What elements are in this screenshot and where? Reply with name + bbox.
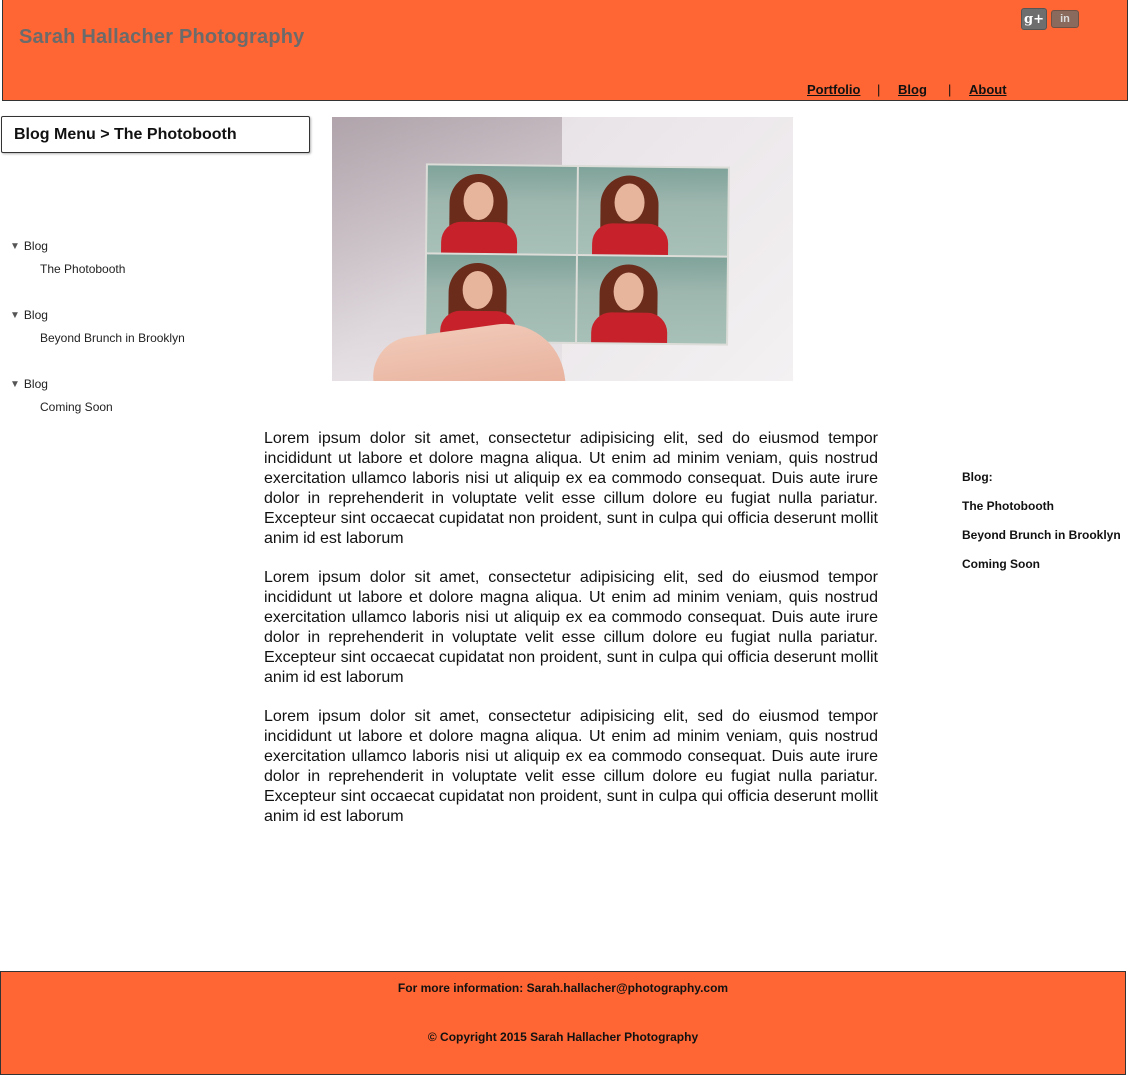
photo-strip — [424, 163, 730, 346]
tree-item-beyond-brunch[interactable]: Beyond Brunch in Brooklyn — [40, 331, 185, 345]
linkedin-icon[interactable]: in — [1051, 10, 1079, 28]
tree-folder-label: Blog — [23, 308, 48, 322]
photo-frame — [427, 165, 577, 254]
nav-about[interactable]: About — [969, 82, 1007, 97]
nav-separator: | — [877, 82, 881, 97]
site-header: Sarah Hallacher Photography g+ in Portfo… — [2, 0, 1128, 101]
photo-frame — [578, 167, 728, 256]
footer-contact[interactable]: For more information: Sarah.hallacher@ph… — [1, 981, 1125, 995]
site-footer: For more information: Sarah.hallacher@ph… — [0, 971, 1126, 1075]
photobooth-photo — [332, 117, 793, 381]
body-paragraph: Lorem ipsum dolor sit amet, consectetur … — [264, 708, 878, 825]
site-title[interactable]: Sarah Hallacher Photography — [19, 26, 304, 49]
breadcrumb: Blog Menu > The Photobooth — [1, 116, 310, 153]
tree-folder-label: Blog — [23, 377, 48, 391]
sidebar-heading: Blog: — [962, 470, 993, 484]
tree-folder-blog[interactable]: ▼ Blog — [10, 377, 48, 391]
sidebar-link-the-photobooth[interactable]: The Photobooth — [962, 499, 1054, 513]
nav-portfolio-link[interactable]: Portfolio — [807, 82, 860, 97]
triangle-down-icon[interactable]: ▼ — [10, 379, 20, 390]
tree-folder-blog[interactable]: ▼ Blog — [10, 239, 48, 253]
footer-copyright: © Copyright 2015 Sarah Hallacher Photogr… — [427, 1030, 699, 1044]
triangle-down-icon[interactable]: ▼ — [10, 241, 20, 252]
sidebar-link-coming-soon[interactable]: Coming Soon — [962, 557, 1040, 571]
tree-folder-blog[interactable]: ▼ Blog — [10, 308, 48, 322]
nav-blog[interactable]: Blog — [898, 82, 927, 97]
body-paragraph: Lorem ipsum dolor sit amet, consectetur … — [264, 430, 878, 547]
sidebar-link-beyond-brunch[interactable]: Beyond Brunch in Brooklyn — [962, 528, 1121, 542]
body-paragraph: Lorem ipsum dolor sit amet, consectetur … — [264, 569, 878, 686]
tree-folder-label: Blog — [23, 239, 48, 253]
breadcrumb-text: Blog Menu > The Photobooth — [14, 126, 237, 143]
photo-frame — [577, 255, 727, 344]
nav-portfolio[interactable]: Portfolio — [807, 82, 860, 97]
triangle-down-icon[interactable]: ▼ — [10, 310, 20, 321]
tree-item-coming-soon[interactable]: Coming Soon — [40, 400, 113, 414]
nav-blog-link[interactable]: Blog — [898, 82, 927, 97]
nav-separator: | — [948, 82, 952, 97]
tree-item-the-photobooth[interactable]: The Photobooth — [40, 262, 125, 276]
nav-about-link[interactable]: About — [969, 82, 1007, 97]
google-plus-icon[interactable]: g+ — [1021, 8, 1047, 30]
